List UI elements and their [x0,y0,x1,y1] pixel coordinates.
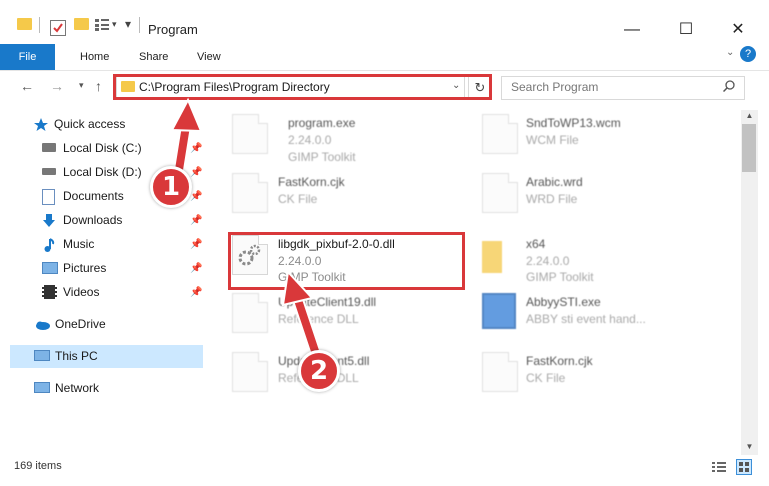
scroll-thumb[interactable] [742,124,756,172]
callout-badge-1: 1 [150,166,192,208]
annotation-arrows [170,97,324,366]
details-view-icon[interactable] [712,461,726,476]
large-icons-view-icon[interactable] [736,459,752,475]
status-item-count: 169 items [14,460,62,472]
callout-badge-2: 2 [298,350,340,392]
scroll-up-icon[interactable]: ▲ [741,111,758,123]
scroll-down-icon[interactable]: ▼ [741,442,758,454]
